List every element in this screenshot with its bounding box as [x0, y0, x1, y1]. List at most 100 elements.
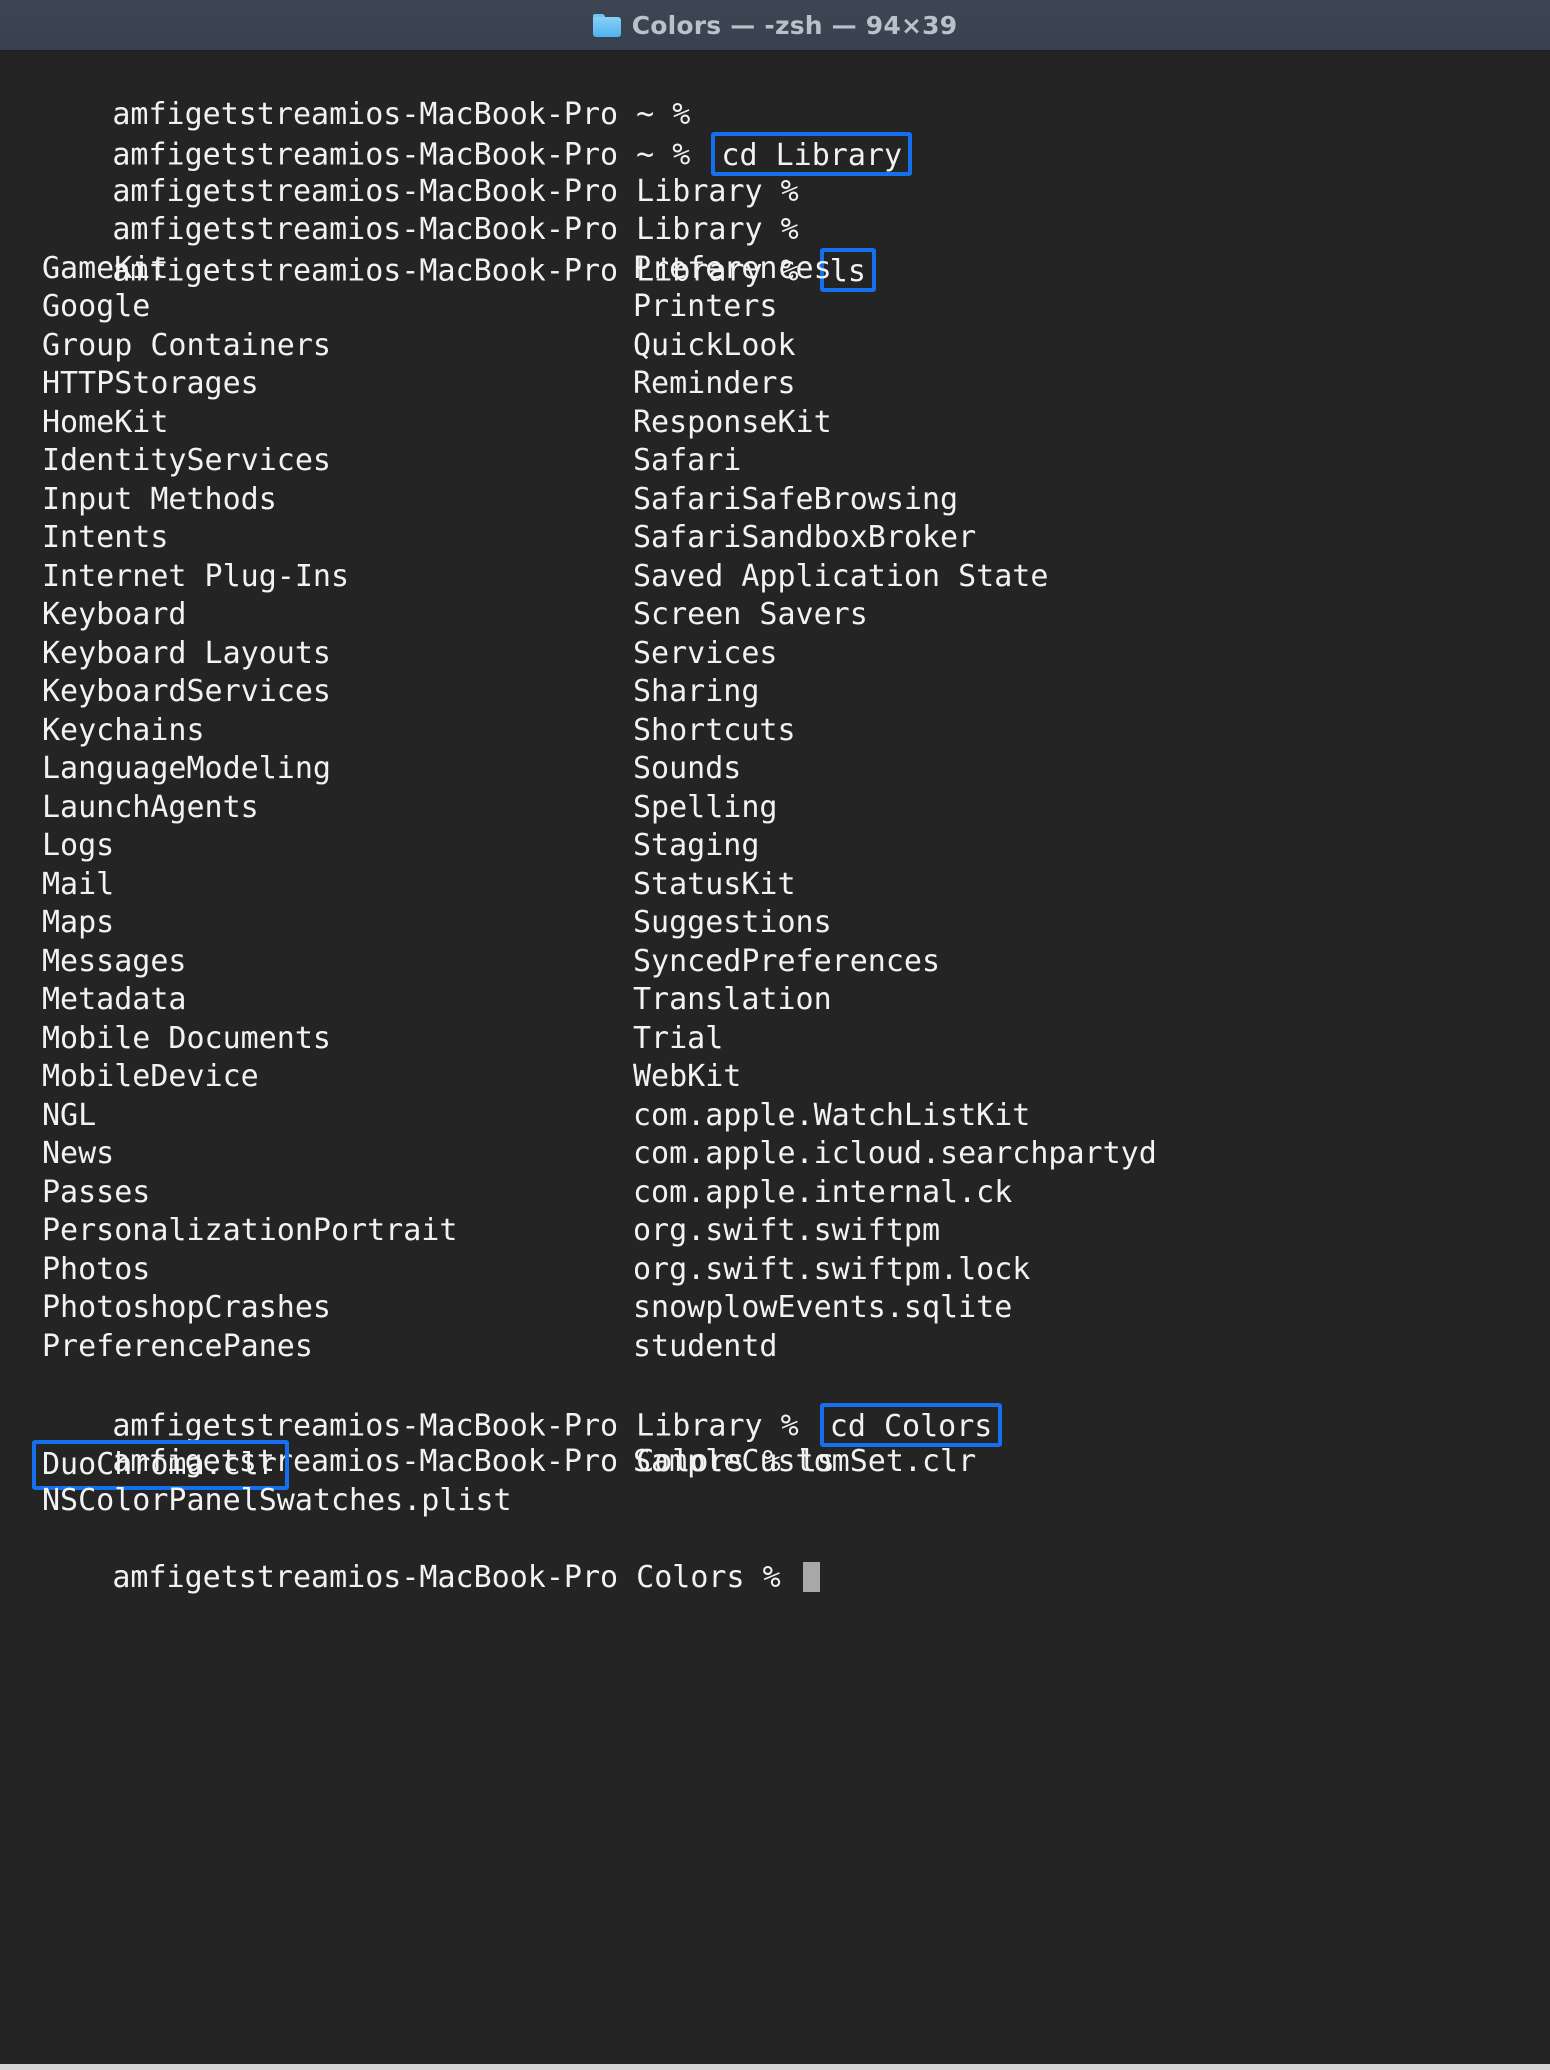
- library-col1-cell: Maps: [42, 905, 115, 940]
- library-listing-row: Keyboard Layouts Services: [0, 635, 1550, 674]
- library-col1-cell: HTTPStorages: [42, 366, 259, 401]
- terminal-window: Colors — -zsh — 94×39 amfigetstreamios-M…: [0, 0, 1550, 2070]
- library-col2-cell: Printers: [633, 289, 778, 324]
- library-col1-cell: Group Containers: [42, 327, 331, 363]
- library-col1-cell: Passes: [42, 1174, 151, 1210]
- library-listing-row: PreferencePanes studentd: [0, 1328, 1550, 1367]
- library-col1-cell: KeyboardServices: [42, 674, 331, 709]
- library-col1-cell: PhotoshopCrashes: [42, 1290, 331, 1325]
- library-listing-row: Maps Suggestions: [0, 904, 1550, 943]
- library-col2-cell: Preferences: [633, 250, 832, 286]
- library-listing-row: KeyboardServices Sharing: [0, 673, 1550, 712]
- library-listing-row: PersonalizationPortrait org.swift.swiftpm: [0, 1212, 1550, 1251]
- library-listing-row: Messages SyncedPreferences: [0, 943, 1550, 982]
- library-col2-cell: SyncedPreferences: [633, 943, 941, 979]
- library-col2-cell: Spelling: [633, 789, 778, 825]
- library-col1-cell: Mobile Documents: [42, 1020, 331, 1056]
- library-col2-cell: com.apple.icloud.searchpartyd: [633, 1136, 1157, 1171]
- library-col2-cell: com.apple.internal.ck: [633, 1174, 1013, 1210]
- colors-listing-row: NSColorPanelSwatches.plist: [0, 1482, 1550, 1521]
- library-listing-row: Keyboard Screen Savers: [0, 596, 1550, 635]
- library-col1-cell: PreferencePanes: [42, 1328, 313, 1364]
- library-listing-row: Intents SafariSandboxBroker: [0, 519, 1550, 558]
- library-col2-cell: Staging: [633, 828, 760, 863]
- library-col1-cell: Input Methods: [42, 481, 277, 517]
- library-col1-cell: Keyboard Layouts: [42, 635, 331, 671]
- library-col1-cell: NGL: [42, 1097, 97, 1133]
- library-listing-row: LaunchAgents Spelling: [0, 789, 1550, 828]
- library-listing-row: GameKit Preferences: [0, 250, 1550, 289]
- colors-col2-cell: SampleCustomSet.clr: [633, 1444, 977, 1479]
- colors-listing-row: DuoChroma.clr SampleCustomSet.clr: [0, 1440, 1550, 1490]
- terminal-line-colors-ls: amfigetstreamios-MacBook-Pro Colors % ls: [0, 1405, 1550, 1479]
- library-col1-cell: Photos: [42, 1251, 151, 1287]
- library-listing-row: HomeKit ResponseKit: [0, 404, 1550, 443]
- library-listing-row: PhotoshopCrashes snowplowEvents.sqlite: [0, 1289, 1550, 1328]
- library-listing-row: Google Printers: [0, 288, 1550, 327]
- library-listing-row: Mobile Documents Trial: [0, 1020, 1550, 1059]
- terminal-line-prompt: amfigetstreamios-MacBook-Pro ~ %: [0, 57, 1550, 132]
- library-col2-cell: org.swift.swiftpm: [633, 1213, 941, 1248]
- library-col1-cell: Logs: [42, 828, 115, 863]
- library-col1-cell: Mail: [42, 866, 115, 902]
- library-col2-cell: StatusKit: [633, 866, 796, 902]
- library-col2-cell: studentd: [633, 1328, 778, 1364]
- library-col1-cell: IdentityServices: [42, 443, 331, 478]
- library-col2-cell: Translation: [633, 982, 832, 1017]
- title-bar[interactable]: Colors — -zsh — 94×39: [0, 0, 1550, 51]
- library-col1-cell: LanguageModeling: [42, 751, 331, 786]
- terminal-output[interactable]: amfigetstreamios-MacBook-Pro ~ % amfiget…: [0, 51, 1550, 2070]
- library-col1-cell: Messages: [42, 943, 187, 979]
- library-listing-row: Input Methods SafariSafeBrowsing: [0, 481, 1550, 520]
- window-title: Colors — -zsh — 94×39: [631, 10, 958, 40]
- library-col1-cell: MobileDevice: [42, 1059, 259, 1094]
- library-listing-row: Passes com.apple.internal.ck: [0, 1174, 1550, 1213]
- library-listing-row: News com.apple.icloud.searchpartyd: [0, 1135, 1550, 1174]
- library-listing-row: LanguageModeling Sounds: [0, 750, 1550, 789]
- library-col1-cell: Keyboard: [42, 597, 187, 632]
- library-col1-cell: GameKit: [42, 250, 169, 286]
- library-col2-cell: SafariSafeBrowsing: [633, 481, 959, 517]
- library-listing-row: Internet Plug-Ins Saved Application State: [0, 558, 1550, 597]
- library-col1-cell: Intents: [42, 520, 169, 555]
- terminal-line-cd-colors: amfigetstreamios-MacBook-Pro Library % c…: [0, 1366, 1550, 1447]
- library-col2-cell: Suggestions: [633, 905, 832, 940]
- library-listing-row: IdentityServices Safari: [0, 442, 1550, 481]
- library-col1-cell: Metadata: [42, 982, 187, 1017]
- library-col1-cell: News: [42, 1136, 115, 1171]
- terminal-line-active-prompt[interactable]: amfigetstreamios-MacBook-Pro Colors %: [0, 1520, 1550, 1595]
- terminal-line-prompt: amfigetstreamios-MacBook-Pro Library %: [0, 173, 1550, 247]
- library-col1-cell: Internet Plug-Ins: [42, 558, 350, 594]
- terminal-line-ls: amfigetstreamios-MacBook-Pro Library % l…: [0, 211, 1550, 292]
- library-listing-row: Metadata Translation: [0, 981, 1550, 1020]
- library-listing-row: Logs Staging: [0, 827, 1550, 866]
- colors-col2-cell: [629, 1482, 1550, 1521]
- terminal-line-prompt: amfigetstreamios-MacBook-Pro Library %: [0, 134, 1550, 209]
- library-col1-cell: HomeKit: [42, 404, 169, 440]
- library-listing-row: Mail StatusKit: [0, 866, 1550, 905]
- library-col2-cell: Reminders: [633, 366, 796, 401]
- library-col1-cell: Keychains: [42, 712, 205, 748]
- library-col2-cell: QuickLook: [633, 327, 796, 363]
- library-col1-cell: PersonalizationPortrait: [42, 1213, 458, 1248]
- library-col2-cell: snowplowEvents.sqlite: [633, 1290, 1013, 1325]
- colors-col1-cell: NSColorPanelSwatches.plist: [42, 1482, 512, 1518]
- library-col2-cell: ResponseKit: [633, 404, 832, 440]
- library-col2-cell: Sounds: [633, 751, 742, 786]
- title-group: Colors — -zsh — 94×39: [592, 10, 958, 40]
- library-listing-row: MobileDevice WebKit: [0, 1058, 1550, 1097]
- library-col1-cell: LaunchAgents: [42, 789, 259, 825]
- library-listing: GameKit Preferences Google Printers Group Co…: [0, 250, 1550, 1367]
- terminal-line-cd-library: amfigetstreamios-MacBook-Pro ~ % cd Libr…: [0, 96, 1550, 176]
- library-col2-cell: Shortcuts: [633, 712, 796, 748]
- library-col2-cell: com.apple.WatchListKit: [633, 1097, 1031, 1133]
- library-col2-cell: Sharing: [633, 674, 760, 709]
- library-col2-cell: SafariSandboxBroker: [633, 520, 977, 555]
- library-listing-row: Keychains Shortcuts: [0, 712, 1550, 751]
- library-col2-cell: org.swift.swiftpm.lock: [633, 1251, 1031, 1287]
- library-col2-cell: Screen Savers: [633, 597, 868, 632]
- prompt-text: amfigetstreamios-MacBook-Pro Colors %: [112, 1559, 799, 1595]
- library-col1-cell: Google: [42, 289, 151, 324]
- library-col2-cell: Services: [633, 635, 778, 671]
- library-listing-row: Group Containers QuickLook: [0, 327, 1550, 366]
